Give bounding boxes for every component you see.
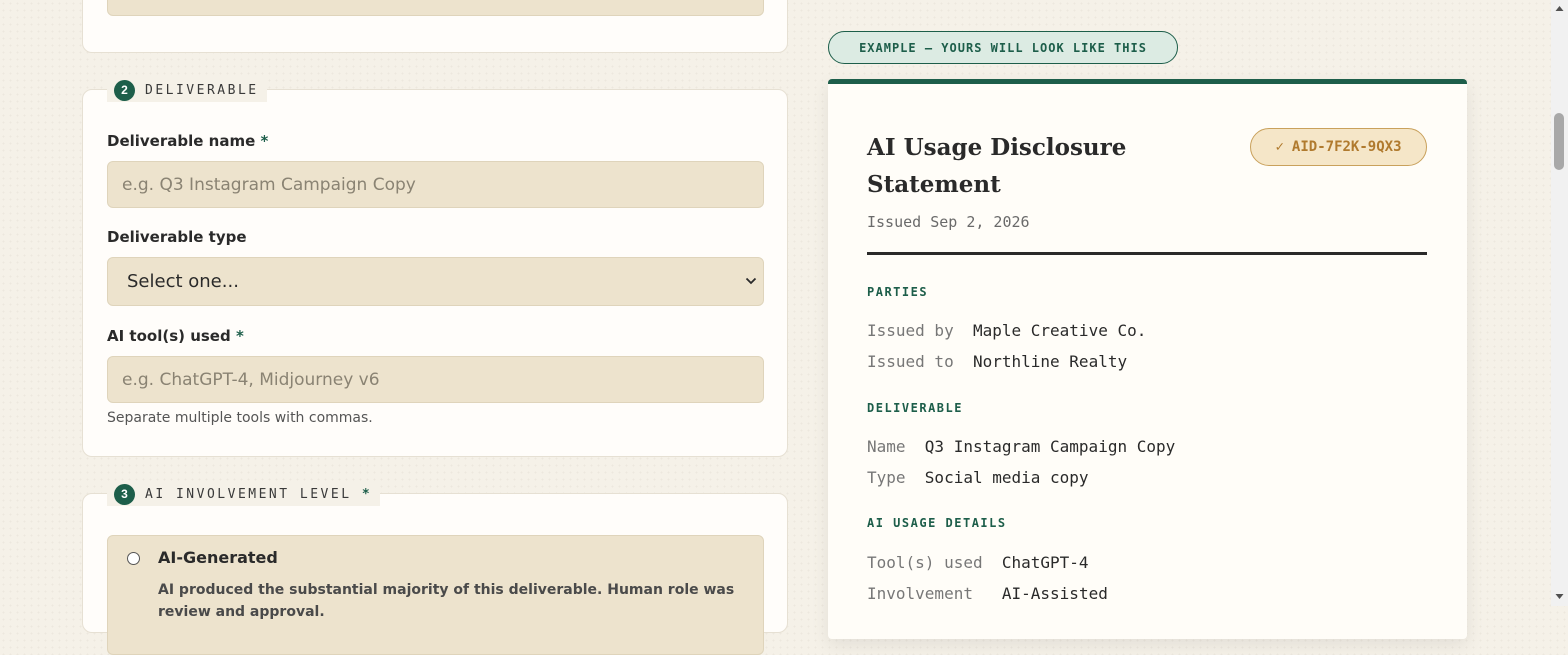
tools-used-row: Tool(s) used ChatGPT-4 — [867, 553, 1089, 572]
involvement-option-ai-generated[interactable]: AI-Generated AI produced the substantial… — [107, 535, 764, 655]
section-number-badge: 2 — [114, 79, 135, 101]
ai-tools-input[interactable]: e.g. ChatGPT-4, Midjourney v6 — [107, 356, 764, 403]
row-value: AI-Assisted — [1001, 584, 1108, 603]
row-label: Tool(s) used — [867, 553, 983, 572]
row-value: Maple Creative Co. — [972, 321, 1147, 340]
ai-usage-heading: AI USAGE DETAILS — [867, 516, 1007, 530]
label-text: AI tool(s) used — [107, 327, 231, 345]
radio-button[interactable] — [127, 552, 140, 565]
required-marker: * — [361, 486, 373, 502]
row-value: Q3 Instagram Campaign Copy — [924, 437, 1176, 456]
chevron-down-icon — [745, 277, 757, 285]
scroll-down-arrow-icon[interactable] — [1555, 592, 1564, 601]
section-title: AI INVOLVEMENT LEVEL * — [145, 487, 372, 502]
label-text: Deliverable name — [107, 132, 256, 150]
deliverable-name-row: Name Q3 Instagram Campaign Copy — [867, 437, 1175, 456]
scrollbar-thumb[interactable] — [1554, 113, 1564, 170]
disclosure-id: AID-7F2K-9QX3 — [1291, 139, 1402, 155]
section-number-badge: 3 — [114, 483, 135, 505]
row-label: Issued to — [867, 352, 954, 371]
row-label: Name — [867, 437, 906, 456]
deliverable-name-input[interactable]: e.g. Q3 Instagram Campaign Copy — [107, 161, 764, 208]
section-title-text: AI INVOLVEMENT LEVEL — [145, 486, 352, 502]
issued-to-row: Issued to Northline Realty — [867, 352, 1127, 371]
divider — [867, 252, 1427, 255]
disclosure-id-badge: ✓ AID-7F2K-9QX3 — [1250, 128, 1427, 166]
row-value: Northline Realty — [972, 352, 1128, 371]
deliverable-type-row: Type Social media copy — [867, 468, 1089, 487]
deliverable-section: 2 DELIVERABLE Deliverable name * e.g. Q3… — [82, 78, 788, 457]
row-label: Involvement — [867, 584, 973, 603]
required-marker: * — [260, 132, 269, 150]
previous-section-card — [82, 0, 788, 53]
scroll-up-arrow-icon[interactable] — [1555, 4, 1564, 13]
row-value: Social media copy — [924, 468, 1089, 487]
parties-heading: PARTIES — [867, 285, 929, 299]
example-pill: EXAMPLE — YOURS WILL LOOK LIKE THIS — [828, 31, 1178, 64]
option-title: AI-Generated — [158, 548, 278, 567]
ai-tools-hint: Separate multiple tools with commas. — [107, 410, 373, 426]
section-legend-ai-involvement: 3 AI INVOLVEMENT LEVEL * — [107, 482, 381, 506]
previous-input-field[interactable] — [107, 0, 764, 16]
deliverable-name-label: Deliverable name * — [107, 132, 268, 150]
input-placeholder: e.g. Q3 Instagram Campaign Copy — [122, 174, 416, 195]
ai-tools-label: AI tool(s) used * — [107, 327, 244, 345]
vertical-scrollbar[interactable] — [1551, 0, 1568, 606]
row-label: Type — [867, 468, 906, 487]
ai-involvement-section: 3 AI INVOLVEMENT LEVEL * AI-Generated AI… — [82, 482, 788, 655]
deliverable-type-select[interactable]: Select one... — [107, 257, 764, 306]
option-description: AI produced the substantial majority of … — [158, 582, 735, 620]
check-icon: ✓ — [1275, 139, 1284, 155]
issued-by-row: Issued by Maple Creative Co. — [867, 321, 1146, 340]
row-value: ChatGPT-4 — [1001, 553, 1089, 572]
deliverable-heading: DELIVERABLE — [867, 401, 963, 415]
section-legend-deliverable: 2 DELIVERABLE — [107, 78, 267, 102]
input-placeholder: e.g. ChatGPT-4, Midjourney v6 — [122, 369, 380, 390]
deliverable-type-label: Deliverable type — [107, 228, 247, 246]
section-title: DELIVERABLE — [145, 82, 259, 98]
select-value: Select one... — [127, 271, 239, 292]
issued-date: Issued Sep 2, 2026 — [867, 213, 1030, 231]
required-marker: * — [235, 327, 244, 345]
document-title: AI Usage Disclosure Statement — [867, 134, 1127, 198]
disclosure-preview-card: AI Usage Disclosure Statement ✓ AID-7F2K… — [828, 79, 1467, 639]
row-label: Issued by — [867, 321, 954, 340]
involvement-row: Involvement AI-Assisted — [867, 584, 1108, 603]
